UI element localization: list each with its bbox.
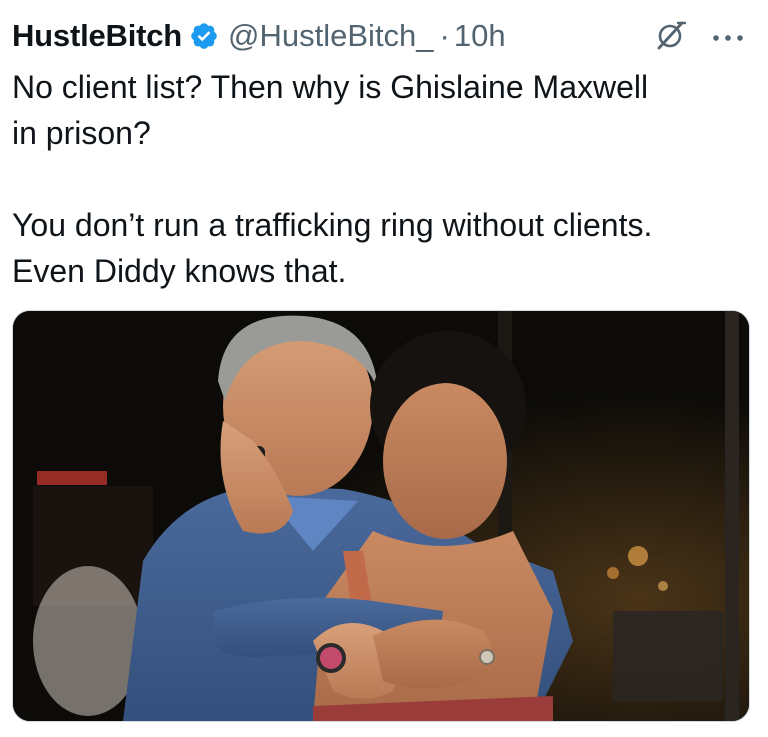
tweet-header: HustleBitch @HustleBitch_ · 10h <box>12 14 756 58</box>
header-actions <box>654 18 746 52</box>
separator-dot: · <box>439 18 450 53</box>
more-options-icon[interactable] <box>710 30 746 41</box>
handle[interactable]: @HustleBitch_ <box>228 18 434 54</box>
grok-icon[interactable] <box>654 18 688 52</box>
tweet[interactable]: HustleBitch @HustleBitch_ · 10h No clien… <box>0 0 768 737</box>
verified-badge-icon[interactable] <box>189 21 219 51</box>
timestamp[interactable]: 10h <box>454 18 506 54</box>
photo-illustration <box>13 311 749 721</box>
tweet-photo[interactable] <box>12 310 750 722</box>
display-name[interactable]: HustleBitch <box>12 18 182 54</box>
tweet-text: No client list? Then why is Ghislaine Ma… <box>12 69 653 289</box>
